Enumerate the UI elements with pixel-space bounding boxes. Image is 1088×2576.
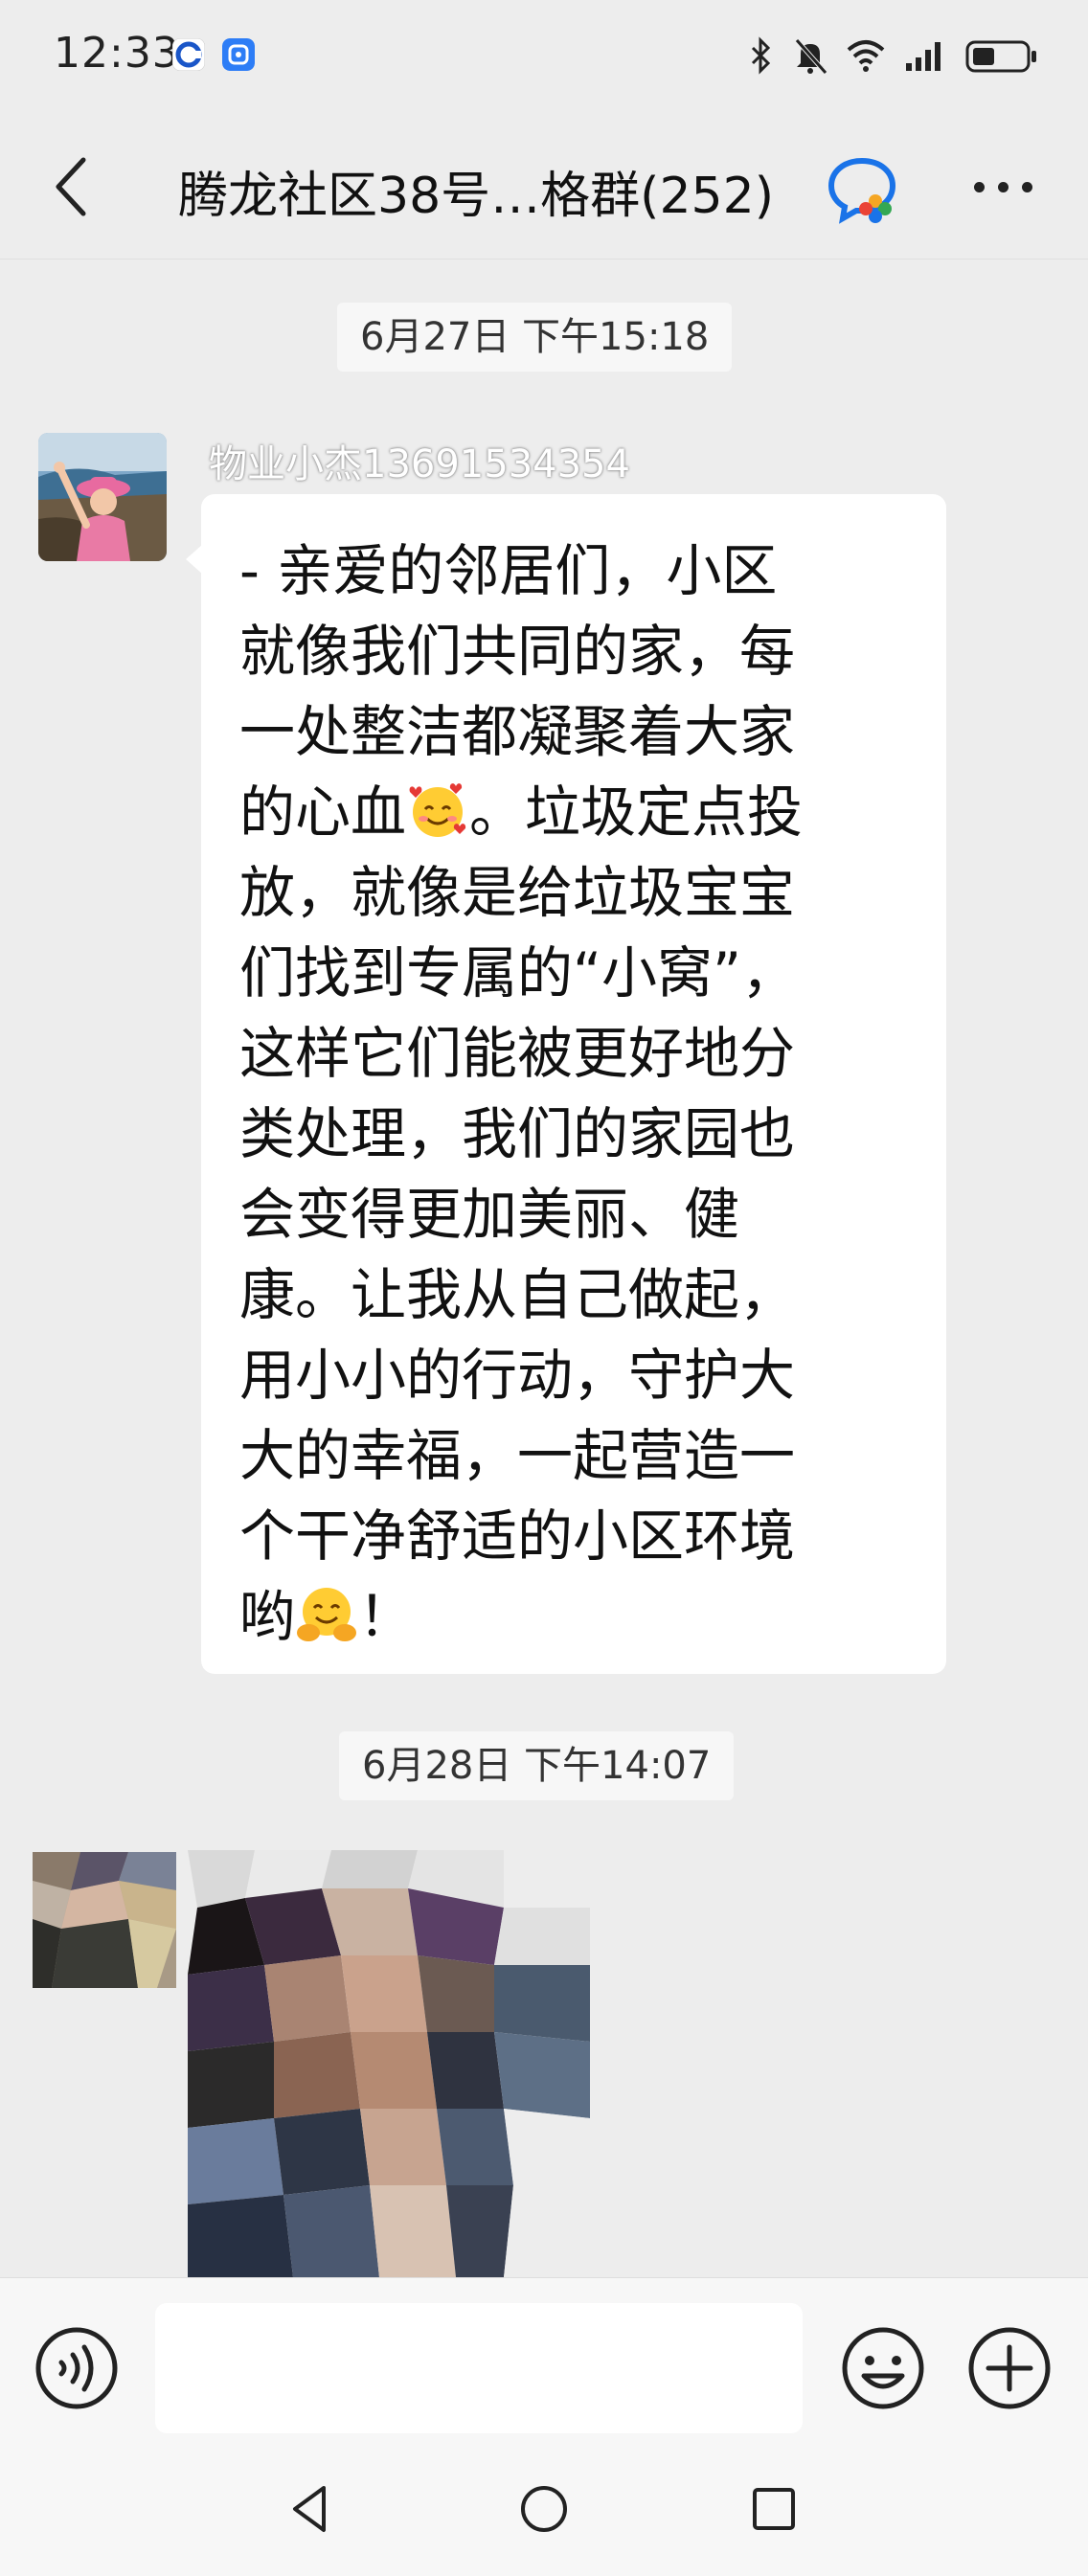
more-options-button[interactable] [960, 153, 1046, 220]
chat-title[interactable]: 腾龙社区38号…格群(252) [178, 155, 774, 227]
chevron-left-icon [56, 157, 86, 216]
message-timestamp: 6月27日 下午15:18 [337, 303, 733, 372]
avatar[interactable] [38, 433, 167, 561]
message-line: 康。让我从自己做起， [239, 1262, 796, 1327]
message-line: 放，就像是给垃圾宝宝 [239, 860, 796, 925]
nav-home-icon[interactable] [513, 2478, 575, 2540]
mute-icon [795, 38, 827, 75]
bluetooth-icon [751, 36, 771, 75]
message-line: 类处理，我们的家园也 [239, 1101, 796, 1166]
input-bar [0, 2277, 1088, 2443]
wifi-icon [847, 40, 885, 72]
chat-screen: 12:33 腾龙社区38号…格群(252) 6月27日 下午15:18 物业小杰… [0, 0, 1088, 2576]
status-bar: 12:33 [0, 0, 1088, 115]
message-line: 哟 ！ [239, 1584, 415, 1649]
signal-icon [906, 42, 941, 71]
message-line: 们找到专属的“小窝”， [239, 940, 798, 1006]
more-actions-plus-button[interactable] [965, 2324, 1054, 2412]
smiling-face-with-hearts-emoji-icon [409, 782, 466, 837]
system-nav-bar [0, 2442, 1088, 2576]
app-notification-icon [222, 38, 255, 71]
sender-name: 物业小杰13691534354 [209, 442, 630, 486]
message-line: 用小小的行动，守护大 [239, 1343, 796, 1408]
message-line: - 亲爱的邻居们，小区 [239, 538, 778, 603]
back-button[interactable] [38, 151, 105, 222]
message-timestamp: 6月28日 下午14:07 [339, 1731, 735, 1800]
message-bubble[interactable]: - 亲爱的邻居们，小区 就像我们共同的家，每 一处整洁都凝聚着大家 的心血 。垃… [186, 494, 946, 1674]
message-line: 会变得更加美丽、健 [239, 1182, 740, 1247]
browser-app-icon [172, 38, 205, 71]
image-message-pixelated[interactable] [188, 1850, 590, 2277]
message-line: 一处整洁都凝聚着大家 [239, 699, 796, 764]
status-icons [747, 34, 1038, 77]
message-line: 这样它们能被更好地分 [239, 1021, 796, 1086]
chat-header: 腾龙社区38号…格群(252) [0, 115, 1088, 260]
hugging-face-emoji-icon [297, 1587, 357, 1641]
nav-back-icon[interactable] [282, 2478, 343, 2540]
voice-input-button[interactable] [33, 2324, 121, 2412]
message-line: 就像我们共同的家，每 [239, 619, 796, 684]
nav-recent-apps-icon[interactable] [743, 2478, 805, 2540]
enterprise-group-icon [827, 157, 896, 224]
message-text: - 亲爱的邻居们，小区 就像我们共同的家，每 一处整洁都凝聚着大家 的心血 。垃… [239, 531, 929, 1657]
more-dots-icon [973, 181, 985, 192]
battery-icon [965, 40, 1036, 73]
message-input[interactable] [155, 2303, 803, 2433]
message-line: 大的幸福，一起营造一 [239, 1423, 796, 1488]
emoji-button[interactable] [839, 2324, 927, 2412]
message-line: 个干净舒适的小区环境 [239, 1503, 796, 1569]
avatar-pixelated[interactable] [33, 1852, 176, 1988]
message-line: 的心血 。垃圾定点投 [239, 780, 804, 845]
status-time: 12:33 [54, 29, 180, 78]
